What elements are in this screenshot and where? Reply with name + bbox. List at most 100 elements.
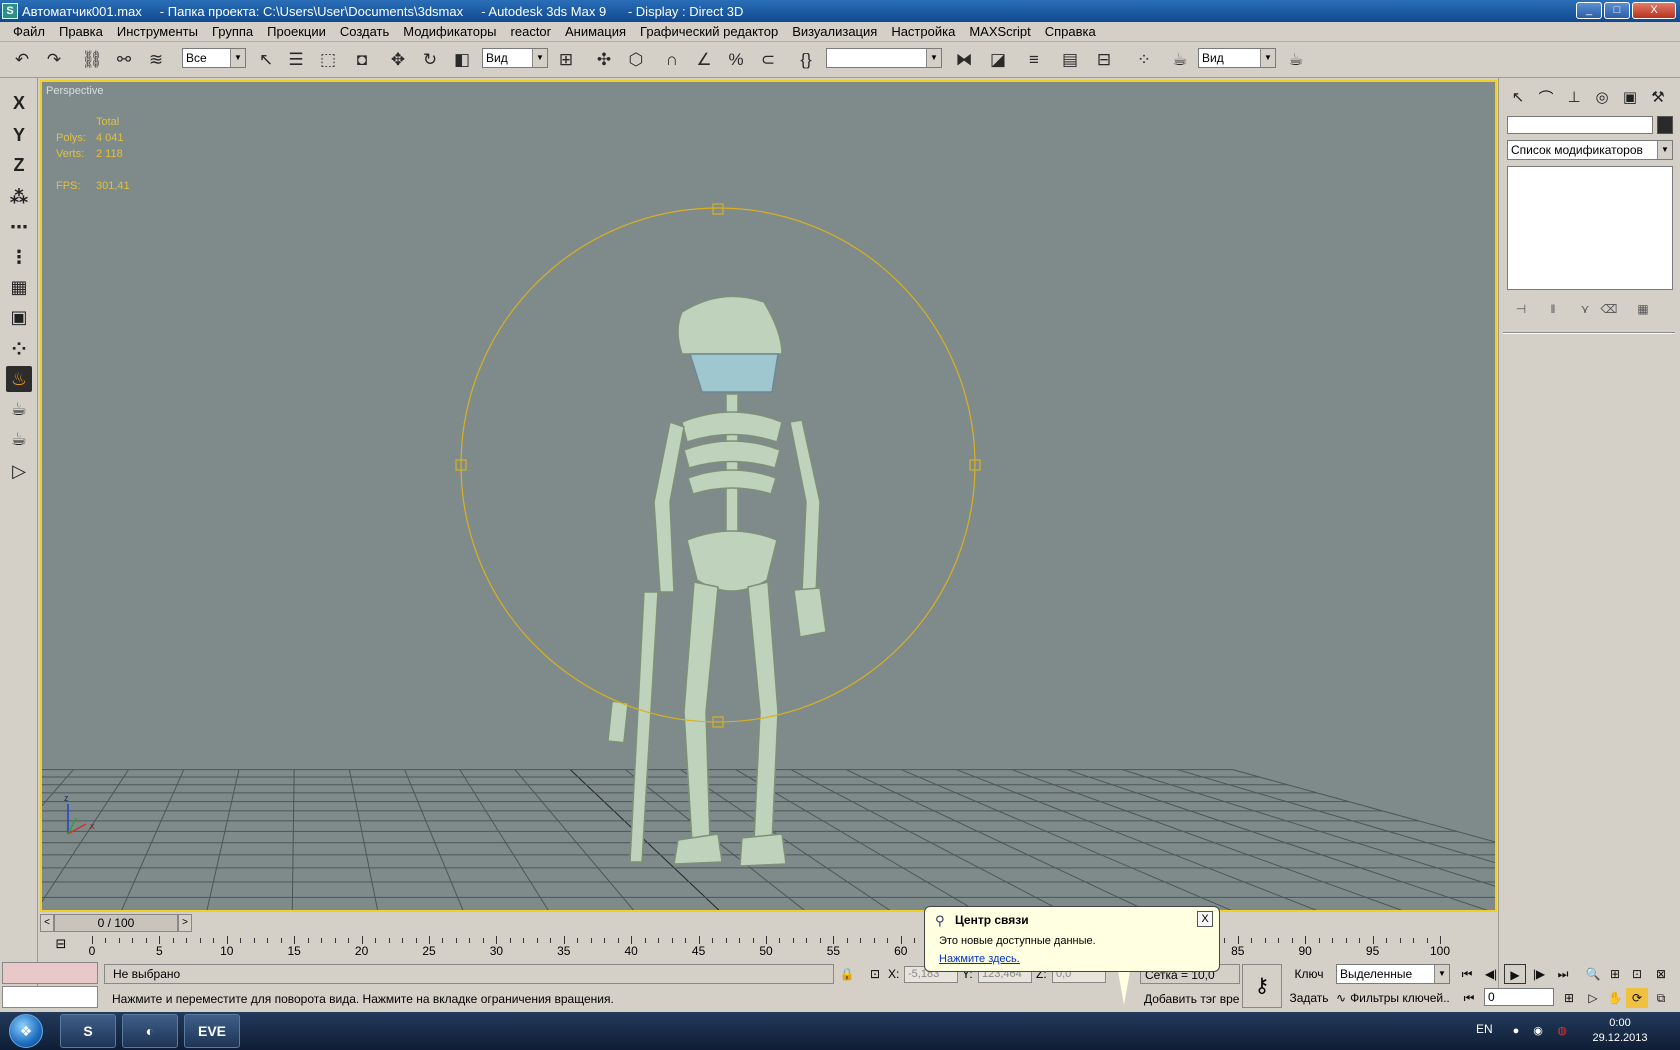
render-setup-icon[interactable]: ☕ — [6, 396, 32, 422]
render-frame-icon[interactable]: ▣ — [6, 304, 32, 330]
configure-modifier-sets-icon[interactable]: ▦ — [1633, 300, 1653, 318]
absolute-mode-icon[interactable]: ⊡ — [866, 964, 884, 984]
pan-view-icon[interactable]: ✋ — [1604, 988, 1626, 1008]
perspective-viewport[interactable]: z x Perspective Total Polys: 4 041 Verts… — [40, 80, 1497, 912]
axis-x-button[interactable]: X — [6, 90, 32, 116]
zoom-all-icon[interactable]: ⊞ — [1604, 964, 1626, 984]
add-time-tag[interactable]: Добавить тэг врем — [1140, 988, 1240, 1010]
teapot-icon[interactable]: ☕ — [6, 426, 32, 452]
taskbar-eve-button[interactable]: EVE — [184, 1014, 240, 1048]
edit-named-selection-icon[interactable]: {} — [794, 48, 818, 72]
go-to-start-icon[interactable]: ⏮ — [1456, 964, 1478, 984]
hierarchy-icon[interactable]: ⋮ — [6, 244, 32, 270]
flame-icon[interactable]: ♨ — [6, 366, 32, 392]
bind-space-warp-icon[interactable]: ≋ — [144, 48, 168, 72]
menu-file[interactable]: Файл — [6, 24, 52, 39]
steam-icon[interactable]: ◉ — [1530, 1023, 1546, 1039]
menu-customize[interactable]: Настройка — [884, 24, 962, 39]
named-selection-combo[interactable]: ▼ — [826, 48, 942, 68]
field-of-view-icon[interactable]: ▷ — [1582, 988, 1604, 1008]
previous-frame-icon[interactable]: ◀| — [1480, 964, 1502, 984]
antivirus-icon[interactable]: ◍ — [1554, 1023, 1570, 1039]
key-mode-icon[interactable]: ⏮ — [1458, 988, 1480, 1008]
time-next-button[interactable]: > — [178, 914, 192, 932]
minimize-button[interactable]: _ — [1576, 2, 1602, 19]
maximize-button[interactable]: □ — [1604, 2, 1630, 19]
object-name-field[interactable] — [1507, 116, 1653, 134]
display-tab-icon[interactable]: ▣ — [1617, 84, 1643, 110]
track-bar[interactable]: ⊟ 05101520253035404550556065707580859095… — [40, 934, 1458, 960]
axis-y-button[interactable]: Y — [6, 122, 32, 148]
key-selection-combo[interactable]: Выделенные ▼ — [1336, 964, 1450, 984]
zoom-extents-all-icon[interactable]: ⊠ — [1650, 964, 1672, 984]
particles-icon[interactable]: ⁂ — [6, 184, 32, 210]
maxscript-listener-pink[interactable] — [2, 962, 98, 984]
modifier-stack[interactable] — [1507, 166, 1673, 290]
notification-link[interactable]: Нажмите здесь. — [939, 953, 1020, 965]
time-config-icon[interactable]: ⊞ — [1558, 988, 1580, 1008]
array-icon[interactable]: ⋯ — [6, 214, 32, 240]
modifier-list-combo[interactable]: Список модификаторов ▼ — [1507, 140, 1673, 160]
render-view-combo[interactable]: Вид ▼ — [1198, 48, 1276, 68]
menu-rendering[interactable]: Визуализация — [785, 24, 884, 39]
language-indicator[interactable]: EN — [1476, 1022, 1493, 1036]
menu-edit[interactable]: Правка — [52, 24, 110, 39]
angle-snap-icon[interactable]: ∠ — [692, 48, 716, 72]
pin-stack-icon[interactable]: ⊣ — [1511, 300, 1531, 318]
menu-maxscript[interactable]: MAXScript — [962, 24, 1037, 39]
material-editor-icon[interactable]: ⁘ — [1132, 48, 1156, 72]
select-and-scale-icon[interactable]: ◧ — [450, 48, 474, 72]
close-button[interactable]: X — [1632, 2, 1676, 19]
undo-icon[interactable]: ↶ — [10, 48, 34, 72]
modify-tab-icon[interactable]: ⌒ — [1533, 84, 1559, 110]
viewport-label[interactable]: Perspective — [46, 85, 103, 97]
menu-reactor[interactable]: reactor — [504, 24, 558, 39]
curve-editor-icon[interactable]: ▤ — [1058, 48, 1082, 72]
materials-icon[interactable]: ⁘ — [6, 336, 32, 362]
maxscript-listener-white[interactable] — [2, 986, 98, 1008]
menu-group[interactable]: Группа — [205, 24, 260, 39]
time-slider-thumb[interactable]: 0 / 100 — [54, 914, 178, 932]
render-scene-icon[interactable]: ☕ — [1168, 48, 1192, 72]
notification-close-button[interactable]: X — [1197, 911, 1213, 927]
spacing-tool-icon[interactable]: ▦ — [6, 274, 32, 300]
network-icon[interactable]: ● — [1508, 1023, 1524, 1039]
percent-snap-icon[interactable]: % — [724, 48, 748, 72]
select-and-rotate-icon[interactable]: ↻ — [418, 48, 442, 72]
start-button[interactable]: ❖ — [4, 1012, 48, 1050]
keyboard-shortcut-override-icon[interactable]: ⬡ — [624, 48, 648, 72]
select-and-link-icon[interactable]: ⛓ — [80, 48, 104, 72]
time-slider[interactable]: < 0 / 100 > — [40, 914, 1497, 932]
rectangular-selection-icon[interactable]: ⬚ — [316, 48, 340, 72]
zoom-extents-icon[interactable]: ⊡ — [1626, 964, 1648, 984]
current-frame-field[interactable]: 0 — [1484, 988, 1554, 1006]
remove-modifier-icon[interactable]: ⌫ — [1599, 300, 1619, 318]
window-crossing-icon[interactable]: ◘ — [350, 48, 374, 72]
lock-selection-icon[interactable]: 🔒 — [838, 964, 856, 984]
system-clock[interactable]: 0:00 29.12.2013 — [1570, 1016, 1670, 1046]
menu-tools[interactable]: Инструменты — [110, 24, 205, 39]
taskbar-media-player-button[interactable]: ◐ — [122, 1014, 178, 1048]
menu-help[interactable]: Справка — [1038, 24, 1103, 39]
menu-create[interactable]: Создать — [333, 24, 396, 39]
make-unique-icon[interactable]: ⋎ — [1575, 300, 1595, 318]
taskbar-3dsmax-button[interactable]: S — [60, 1014, 116, 1048]
play-animation-icon[interactable]: ▶ — [1504, 964, 1526, 984]
menu-graph-editors[interactable]: Графический редактор — [633, 24, 785, 39]
select-object-icon[interactable]: ↖ — [254, 48, 278, 72]
select-by-name-icon[interactable]: ☰ — [284, 48, 308, 72]
axis-z-button[interactable]: Z — [6, 152, 32, 178]
arc-rotate-icon[interactable]: ⟳ — [1626, 988, 1648, 1008]
hierarchy-tab-icon[interactable]: ⊥ — [1561, 84, 1587, 110]
schematic-view-icon[interactable]: ⊟ — [1092, 48, 1116, 72]
layer-manager-icon[interactable]: ≡ — [1022, 48, 1046, 72]
align-icon[interactable]: ◪ — [986, 48, 1010, 72]
show-end-result-icon[interactable]: ‖ — [1543, 300, 1563, 318]
quick-render-icon[interactable]: ☕ — [1284, 48, 1308, 72]
ref-coord-system-combo[interactable]: Вид ▼ — [482, 48, 548, 68]
set-key-icon[interactable]: ⚷ — [1242, 964, 1282, 1008]
select-and-manipulate-icon[interactable]: ✣ — [592, 48, 616, 72]
time-prev-button[interactable]: < — [40, 914, 54, 932]
min-max-toggle-icon[interactable]: ⧉ — [1650, 988, 1672, 1008]
motion-tab-icon[interactable]: ◎ — [1589, 84, 1615, 110]
